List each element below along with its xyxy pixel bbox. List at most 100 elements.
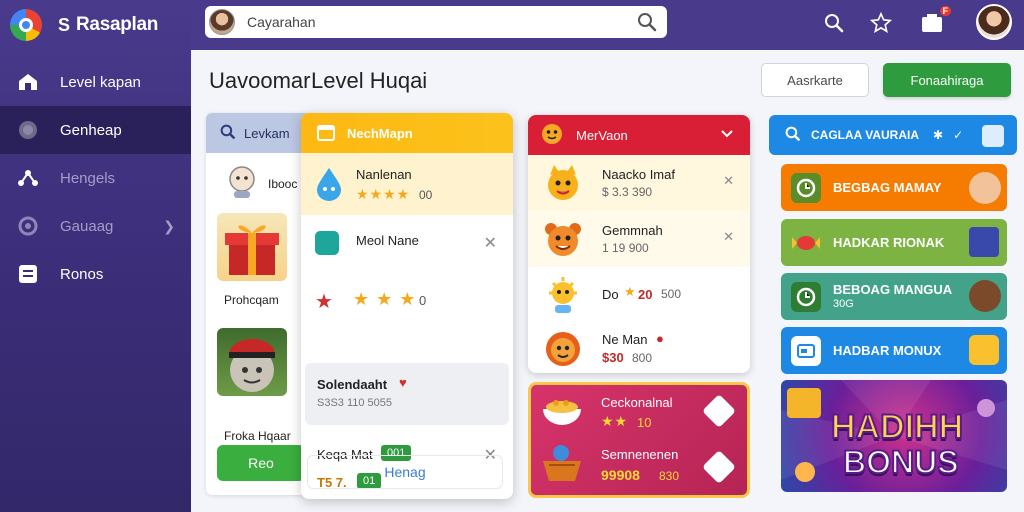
sidebar-item-label: Gauaag <box>60 217 114 235</box>
list-item-title: Naacko Imaf <box>602 167 675 182</box>
user-avatar[interactable] <box>976 4 1012 40</box>
mascot-icon <box>540 122 564 149</box>
calendar-icon <box>317 123 335 144</box>
coin-icon <box>16 118 40 142</box>
timer-icon <box>791 281 821 312</box>
sidebar-nav: Level kapan Genheap Hengels Gauaag ❯ Ron… <box>0 58 191 298</box>
search-bar <box>205 6 667 38</box>
mascot-icon <box>224 163 260 199</box>
bonus-card[interactable]: HADKAR RIONAK <box>781 219 1007 266</box>
list-item-title: Do <box>602 287 619 302</box>
close-icon[interactable]: ✕ <box>723 173 734 189</box>
bonus-card[interactable]: BEGBAG MAMAY <box>781 164 1007 211</box>
sidebar: S Rasaplan Level kapan Genheap Hengels G… <box>0 0 191 512</box>
list-item[interactable]: Gemmnah 1 19 900 ✕ <box>528 211 750 267</box>
levels-panel: NechMapn Nanlenan ★★★★ 00 Meol Nane ✕ ★ … <box>301 113 513 499</box>
refresh-icon <box>16 214 40 238</box>
list-item[interactable]: ★ ★ ★ ★ 0 <box>301 273 513 323</box>
promo-title: Ceckonalnal <box>601 395 673 410</box>
notification-icon[interactable]: F <box>921 6 951 34</box>
search-input[interactable] <box>247 14 627 30</box>
search-icon[interactable] <box>823 12 845 34</box>
action-button[interactable]: Reo <box>217 445 305 481</box>
grid-icon[interactable] <box>982 125 1004 147</box>
lion-face-icon <box>542 328 584 368</box>
list-item-title: Solendaaht <box>317 377 388 392</box>
list-item[interactable]: Do ★ 20 500 <box>528 267 750 323</box>
bear-face-icon <box>542 219 584 259</box>
bonus-subtitle: BONUS <box>842 443 960 481</box>
person-photo[interactable] <box>217 328 287 396</box>
gift-icon[interactable] <box>217 213 287 281</box>
close-icon[interactable]: ✕ <box>484 233 497 253</box>
panel-header: Levkam <box>206 113 311 153</box>
brand-mark: S <box>58 14 71 35</box>
check-icon[interactable]: ✓ <box>953 128 963 142</box>
heart-icon: ♥ <box>399 375 407 390</box>
sidebar-item-level[interactable]: Level kapan <box>0 58 191 106</box>
sidebar-item-gauaag[interactable]: Gauaag ❯ <box>0 202 191 250</box>
main-content: Uavoomar Level Huqai Aasrkarte Fonaahira… <box>191 50 1024 512</box>
bonus-banner[interactable]: HADIHH BONUS <box>781 380 1007 492</box>
panel-title: MerVaon <box>576 127 628 143</box>
bonus-card[interactable]: HADBAR MONUX <box>781 327 1007 374</box>
avatar[interactable] <box>209 9 235 35</box>
trophy-icon <box>969 335 999 365</box>
app-icon <box>315 231 339 255</box>
notification-badge: F <box>939 6 951 16</box>
bonus-card-label: BEBOAG MANGUA <box>833 281 953 297</box>
panel-title: NechMapn <box>347 125 413 141</box>
list-item[interactable]: Meol Nane ✕ <box>301 215 513 273</box>
rating-stars: ★★ <box>601 413 629 429</box>
page-title: Uavoomar <box>209 68 311 93</box>
chevron-down-icon[interactable] <box>720 127 734 142</box>
sidebar-item-label: Level kapan <box>60 73 141 91</box>
nodes-icon <box>16 166 40 190</box>
secondary-button[interactable]: Aasrkarte <box>761 63 869 97</box>
page-subtitle: Level Huqai <box>311 68 428 93</box>
list-item-subtitle: $ 3.3 390 <box>602 185 653 199</box>
top-bar: F <box>191 0 1024 50</box>
red-star-icon: ★ <box>315 291 334 313</box>
promo-title: Semnenenen <box>601 447 679 462</box>
gear-icon[interactable]: ✱ <box>933 128 943 142</box>
sidebar-item-label: Genheap <box>60 121 122 139</box>
list-item-value: 0 <box>419 293 427 308</box>
panel-header: NechMapn <box>301 113 513 153</box>
list-item-subtitle: $30 <box>602 350 624 365</box>
thumbnail-caption: Prohcqam <box>224 293 279 307</box>
sun-mascot-icon <box>542 275 584 315</box>
star-icon: ★ <box>624 284 636 299</box>
sidebar-item-ronos[interactable]: Ronos <box>0 250 191 298</box>
favorite-icon[interactable] <box>702 394 736 428</box>
search-icon[interactable] <box>637 12 657 37</box>
bonus-card[interactable]: BEBOAG MANGUA 30G <box>781 273 1007 320</box>
list-item[interactable]: Ne Man ● $30 800 <box>528 320 750 373</box>
bonus-card-label: BEGBAG MAMAY <box>833 180 942 195</box>
bonus-card-sub: 30G <box>833 297 854 310</box>
list-item-subtitle: S3S3 110 5055 <box>317 397 393 409</box>
list-item-title: Gemmnah <box>602 223 663 238</box>
character-avatar <box>969 172 1001 204</box>
close-icon[interactable]: ✕ <box>723 229 734 245</box>
rating-stars: ★ ★ ★ <box>353 289 417 309</box>
character-avatar <box>969 280 1001 312</box>
search-icon[interactable] <box>220 124 236 143</box>
list-item[interactable]: Solendaaht ♥ S3S3 110 5055 <box>305 363 509 425</box>
sidebar-item-hengels[interactable]: Hengels <box>0 154 191 202</box>
card-icon <box>791 335 821 366</box>
rating-stars: ★★★★ <box>356 186 411 202</box>
search-icon[interactable] <box>785 126 801 145</box>
bowl-icon <box>539 391 585 433</box>
panel-header: MerVaon <box>528 115 750 155</box>
list-item[interactable]: Naacko Imaf $ 3.3 390 ✕ <box>528 155 750 211</box>
star-icon[interactable] <box>870 12 892 34</box>
list-icon <box>16 262 40 286</box>
panel-footer-button[interactable]: Henag <box>307 455 503 489</box>
sidebar-item-genheap[interactable]: Genheap <box>0 106 191 154</box>
brand[interactable]: S Rasaplan <box>0 0 191 50</box>
primary-button[interactable]: Fonaahiraga <box>883 63 1011 97</box>
favorite-icon[interactable] <box>702 450 736 484</box>
list-item[interactable]: Nanlenan ★★★★ 00 <box>301 153 513 215</box>
level-list-panel: Levkam Ibooc Prohcqam Froka Hqaar Reo <box>206 113 311 495</box>
